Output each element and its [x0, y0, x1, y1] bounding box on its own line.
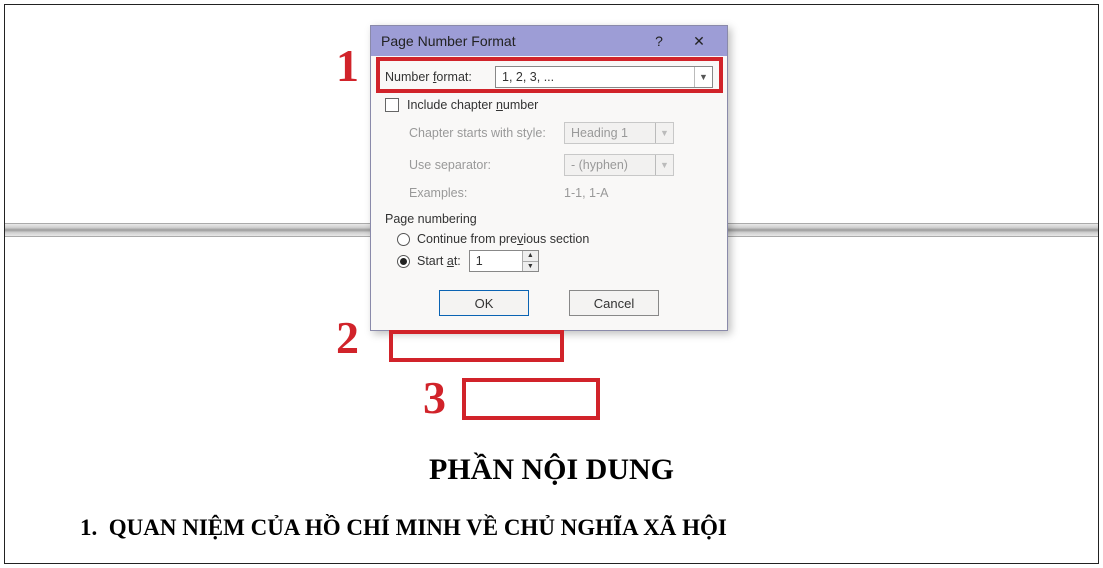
help-button[interactable]: ? — [639, 26, 679, 56]
spinner-down[interactable]: ▼ — [522, 262, 538, 272]
continue-label: Continue from previous section — [417, 232, 589, 246]
page-numbering-label: Page numbering — [385, 212, 713, 226]
dialog-body: Number format: 1, 2, 3, ... ▼ Include ch… — [371, 56, 727, 330]
start-at-value: 1 — [476, 254, 483, 268]
include-chapter-label: Include chapter number — [407, 98, 538, 112]
chevron-down-icon: ▼ — [655, 155, 673, 175]
number-format-label: Number format: — [385, 70, 495, 84]
callout-number-1: 1 — [336, 39, 359, 92]
include-chapter-row[interactable]: Include chapter number — [385, 98, 713, 112]
page-frame: Page Number Format ? ✕ Number format: 1,… — [4, 4, 1099, 564]
continue-radio-row[interactable]: Continue from previous section — [397, 232, 713, 246]
chapter-starts-label: Chapter starts with style: — [409, 126, 564, 140]
chapter-options: Chapter starts with style: Heading 1 ▼ U… — [385, 122, 713, 200]
highlight-2 — [389, 330, 564, 362]
use-separator-value: - (hyphen) — [571, 158, 628, 172]
start-at-spinner[interactable]: 1 ▲ ▼ — [469, 250, 539, 272]
start-at-radio-row[interactable]: Start at: 1 ▲ ▼ — [397, 250, 713, 272]
ok-button[interactable]: OK — [439, 290, 529, 316]
use-separator-label: Use separator: — [409, 158, 564, 172]
chapter-starts-combo: Heading 1 ▼ — [564, 122, 674, 144]
use-separator-combo: - (hyphen) ▼ — [564, 154, 674, 176]
chapter-starts-value: Heading 1 — [571, 126, 628, 140]
spinner-buttons: ▲ ▼ — [522, 251, 538, 271]
number-format-value: 1, 2, 3, ... — [502, 70, 554, 84]
number-format-combo[interactable]: 1, 2, 3, ... ▼ — [495, 66, 713, 88]
dialog-titlebar[interactable]: Page Number Format ? ✕ — [371, 26, 727, 56]
start-at-radio[interactable] — [397, 255, 410, 268]
chevron-down-icon: ▼ — [655, 123, 673, 143]
examples-value: 1-1, 1-A — [564, 186, 608, 200]
start-at-label: Start at: — [417, 254, 461, 268]
dialog-title: Page Number Format — [381, 33, 639, 49]
dialog-buttons: OK Cancel — [385, 290, 713, 316]
chevron-down-icon: ▼ — [694, 67, 712, 87]
document-title: PHẦN NỘI DUNG — [5, 453, 1098, 487]
callout-number-3: 3 — [423, 371, 446, 424]
cancel-button[interactable]: Cancel — [569, 290, 659, 316]
document-heading: 1. QUAN NIỆM CỦA HỒ CHÍ MINH VỀ CHỦ NGHĨ… — [80, 515, 1058, 541]
callout-number-2: 2 — [336, 311, 359, 364]
spinner-up[interactable]: ▲ — [522, 251, 538, 262]
heading-number: 1. — [80, 515, 97, 540]
close-button[interactable]: ✕ — [679, 26, 719, 56]
page-number-format-dialog: Page Number Format ? ✕ Number format: 1,… — [370, 25, 728, 331]
include-chapter-checkbox[interactable] — [385, 98, 399, 112]
heading-text: QUAN NIỆM CỦA HỒ CHÍ MINH VỀ CHỦ NGHĨA X… — [109, 515, 727, 540]
highlight-3 — [462, 378, 600, 420]
number-format-row: Number format: 1, 2, 3, ... ▼ — [385, 66, 713, 88]
continue-radio[interactable] — [397, 233, 410, 246]
page-numbering-group: Page numbering Continue from previous se… — [385, 212, 713, 272]
examples-label: Examples: — [409, 186, 564, 200]
